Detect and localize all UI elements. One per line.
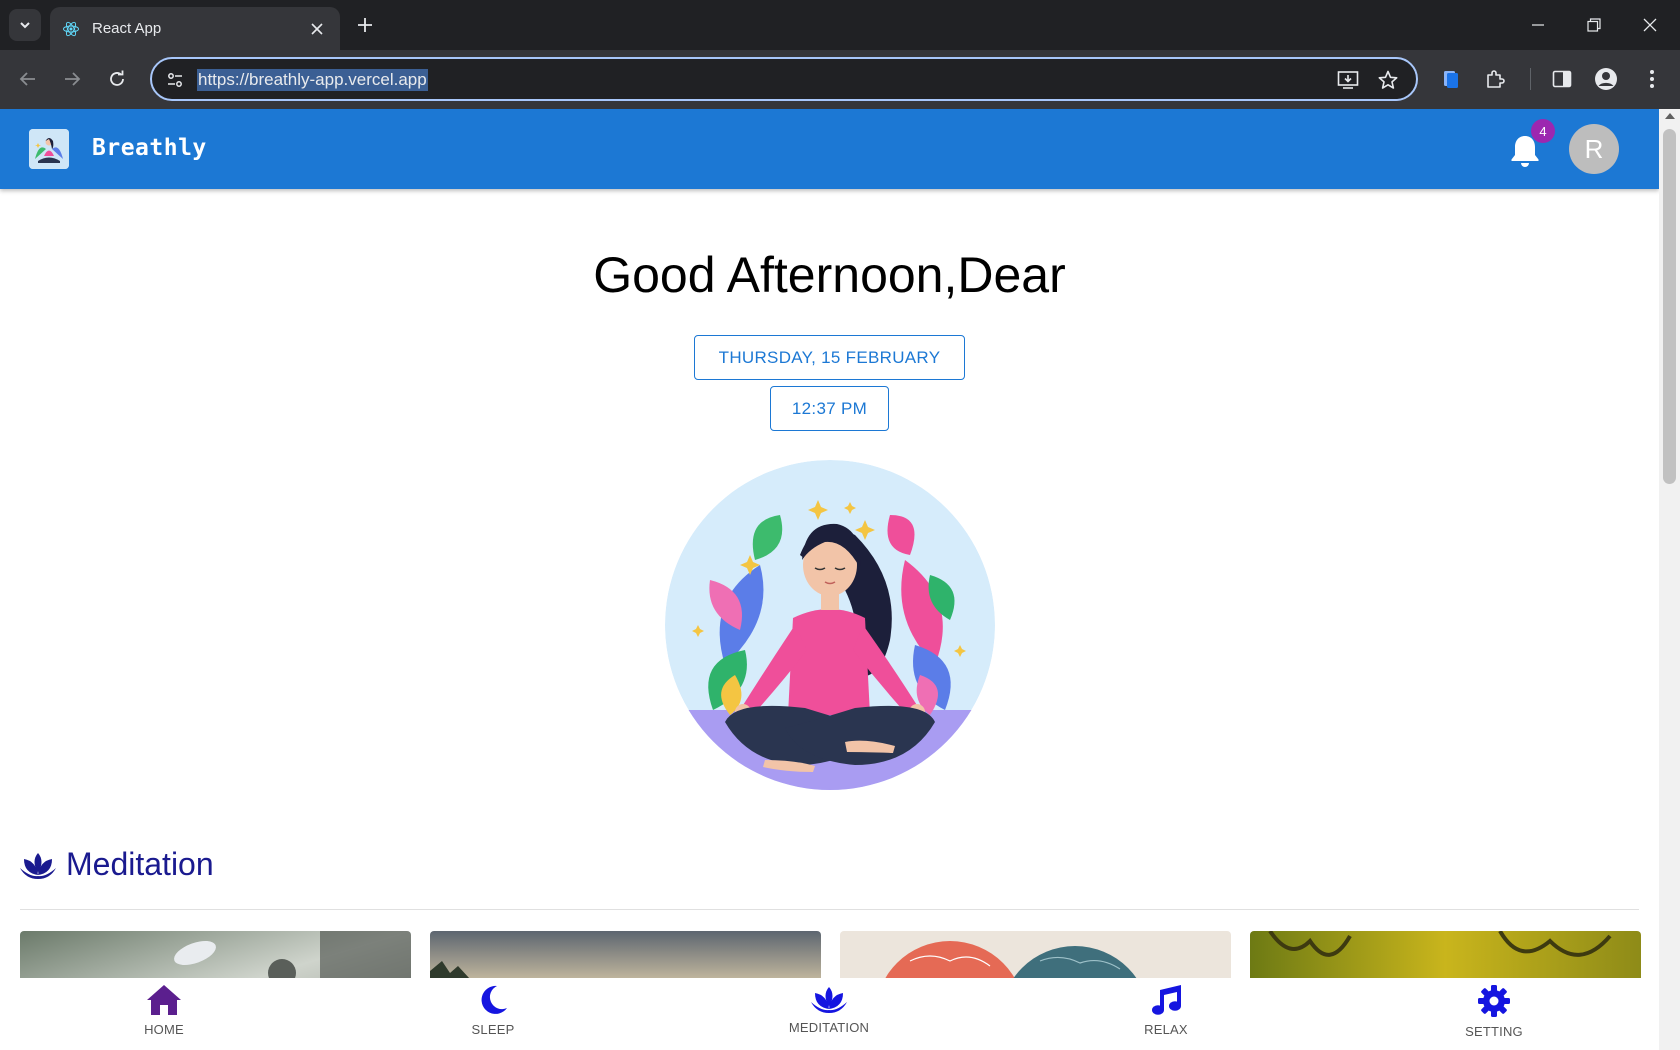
user-avatar[interactable]: R [1569,124,1619,174]
scrollbar-thumb[interactable] [1663,129,1676,484]
nav-meditation[interactable]: MEDITATION [759,978,899,1050]
tab-title: React App [92,20,162,37]
back-button[interactable] [12,63,44,95]
section-title-meditation: Meditation [20,846,214,883]
nav-setting-label: SETTING [1465,1024,1523,1039]
extension-docs-icon[interactable] [1437,65,1465,93]
nav-sleep[interactable]: SLEEP [423,978,563,1050]
side-panel-icon[interactable] [1548,65,1576,93]
url-text[interactable]: https://breathly-app.vercel.app [197,69,428,91]
chevron-down-icon [20,22,30,29]
page-viewport: Breathly 4 R Good Afternoon,Dear THURSDA… [0,109,1680,1050]
restore-icon [1587,18,1601,32]
nav-home-label: HOME [144,1022,184,1037]
toolbar-separator [1530,68,1531,90]
lotus-icon [811,987,847,1013]
nav-home[interactable]: HOME [94,978,234,1050]
minimize-icon [1532,24,1544,26]
tab-close-icon[interactable] [306,18,328,40]
browser-tab-active[interactable]: React App [50,7,340,50]
time-chip: 12:37 PM [770,386,889,431]
notification-badge: 4 [1531,119,1555,143]
site-info-icon[interactable] [164,69,186,91]
arrow-left-icon [19,72,35,86]
page-scrollbar[interactable] [1659,109,1680,1050]
section-divider [20,909,1639,910]
new-tab-button[interactable] [351,11,379,39]
nav-meditation-label: MEDITATION [788,1020,870,1035]
lotus-icon [20,852,56,879]
bookmark-star-icon[interactable] [1376,68,1400,92]
browser-tabstrip: React App [0,0,1680,50]
close-icon [1643,18,1657,32]
tab-search-button[interactable] [9,9,41,41]
install-app-icon[interactable] [1336,68,1360,92]
brand-name[interactable]: Breathly [92,135,207,161]
home-icon [147,985,181,1015]
reload-icon [110,70,124,86]
arrow-right-icon [65,72,81,86]
restore-button[interactable] [1566,0,1622,50]
reload-button[interactable] [101,63,133,95]
browser-toolbar: https://breathly-app.vercel.app [0,50,1680,109]
scroll-up-arrow-icon[interactable] [1665,113,1675,119]
bottom-navigation: HOME SLEEP MEDITATION RELAX SETTING [0,978,1659,1050]
extensions-puzzle-icon[interactable] [1482,65,1510,93]
section-title-text: Meditation [66,846,214,882]
nav-sleep-label: SLEEP [471,1022,515,1037]
app-bar: Breathly 4 R [0,109,1659,189]
minimize-button[interactable] [1510,0,1566,50]
date-chip: THURSDAY, 15 FEBRUARY [694,335,965,380]
close-window-button[interactable] [1622,0,1678,50]
plus-icon [358,18,372,32]
react-favicon-icon [63,21,79,36]
nav-relax[interactable]: RELAX [1096,978,1236,1050]
moon-icon [481,985,507,1014]
browser-menu-icon[interactable] [1638,65,1666,93]
nav-relax-label: RELAX [1144,1022,1188,1037]
greeting-heading: Good Afternoon,Dear [593,247,1066,303]
forward-button[interactable] [56,63,88,95]
app-logo[interactable] [29,129,69,169]
address-bar[interactable]: https://breathly-app.vercel.app [150,57,1418,101]
meditation-illustration [665,460,995,790]
music-note-icon [1152,985,1181,1015]
gear-icon [1478,985,1510,1017]
profile-icon[interactable] [1592,65,1620,93]
nav-setting[interactable]: SETTING [1424,978,1564,1050]
